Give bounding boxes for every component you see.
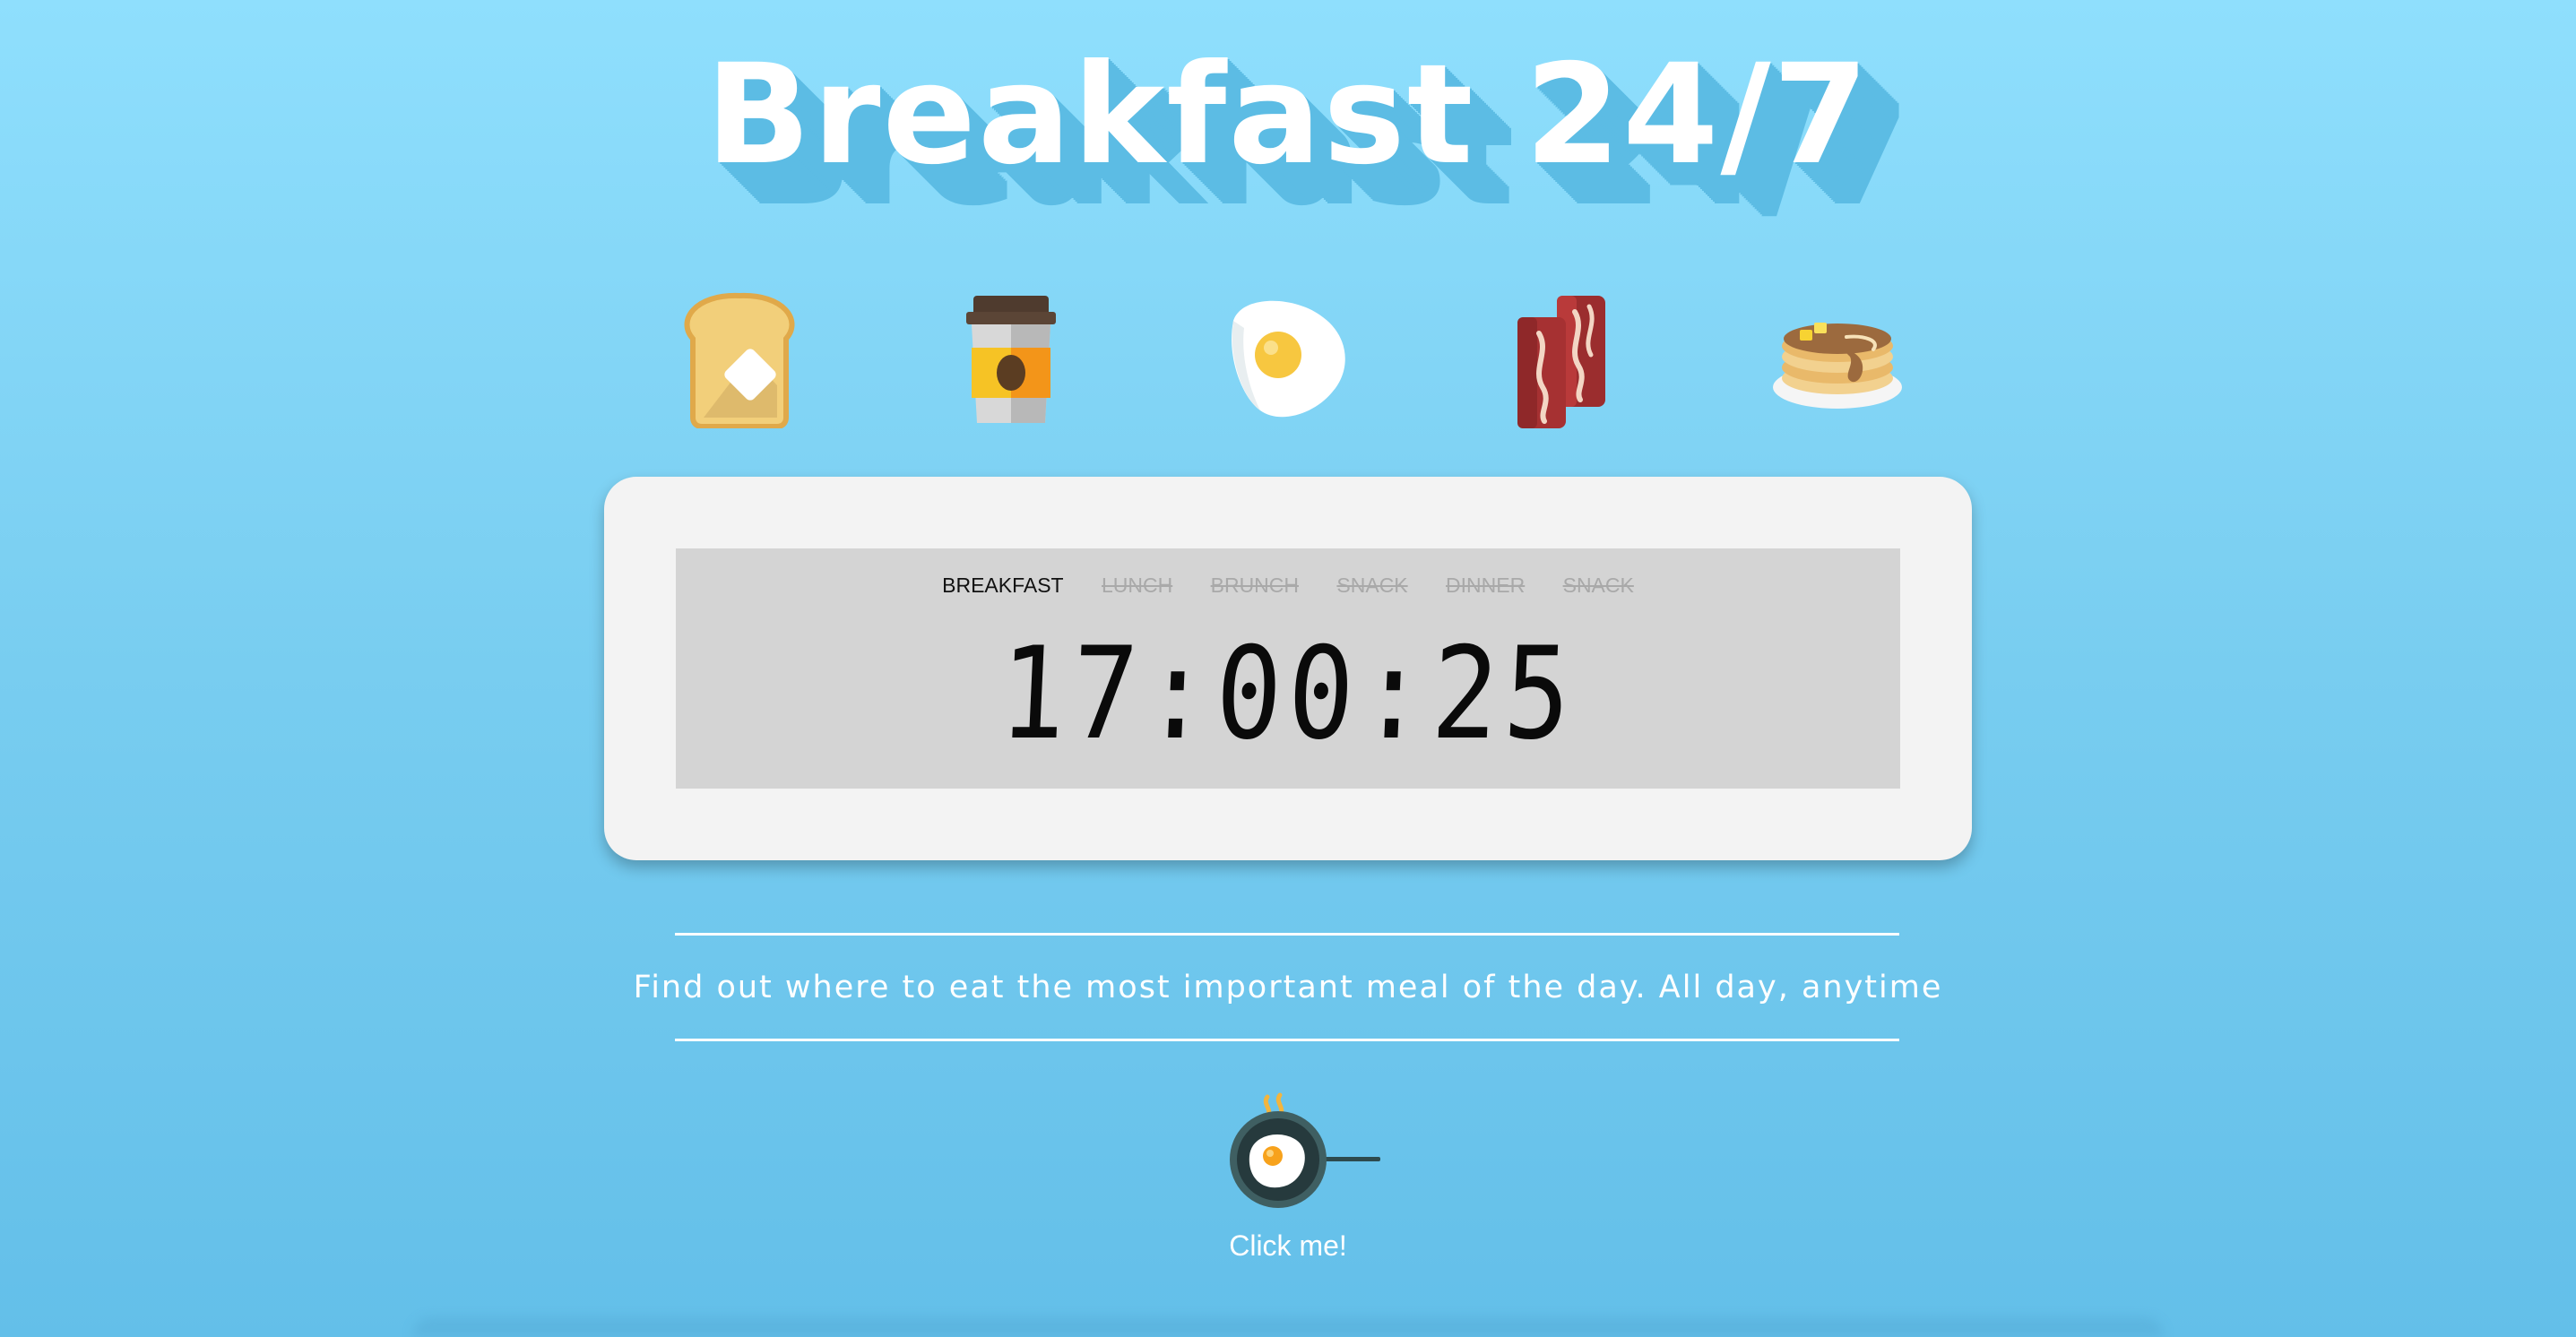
meal-label-snack: SNACK [1336, 574, 1408, 597]
clock-card: BREAKFAST LUNCH BRUNCH SNACK DINNER SNAC… [604, 477, 1972, 860]
divider-bottom [675, 1039, 1899, 1041]
fried-egg-icon [1215, 285, 1359, 428]
meal-label-lunch: LUNCH [1102, 574, 1173, 597]
meal-label-dinner: DINNER [1446, 574, 1526, 597]
clock-time: 17:00:25 [996, 620, 1580, 768]
click-me-label[interactable]: Click me! [0, 1229, 2576, 1263]
bacon-icon [1492, 285, 1636, 428]
pancakes-icon [1766, 285, 1909, 428]
page: { "header": { "title": "Breakfast 24/7" … [0, 0, 2576, 1337]
coffee-cup-icon [939, 285, 1083, 428]
frying-pan-button[interactable] [1230, 1088, 1384, 1212]
meal-label-breakfast: BREAKFAST [942, 574, 1064, 597]
meal-label-snack-late: SNACK [1562, 574, 1634, 597]
toast-icon [668, 285, 811, 428]
meal-label-brunch: BRUNCH [1210, 574, 1300, 597]
page-title: Breakfast 24/7 [705, 35, 1871, 195]
divider-top [675, 933, 1899, 936]
meal-labels: BREAKFAST LUNCH BRUNCH SNACK DINNER SNAC… [676, 574, 1900, 598]
footer-shadow [412, 1317, 2164, 1337]
tagline: Find out where to eat the most important… [633, 970, 1943, 1005]
frying-pan-egg-icon [1230, 1092, 1380, 1208]
clock-display: BREAKFAST LUNCH BRUNCH SNACK DINNER SNAC… [676, 548, 1900, 789]
